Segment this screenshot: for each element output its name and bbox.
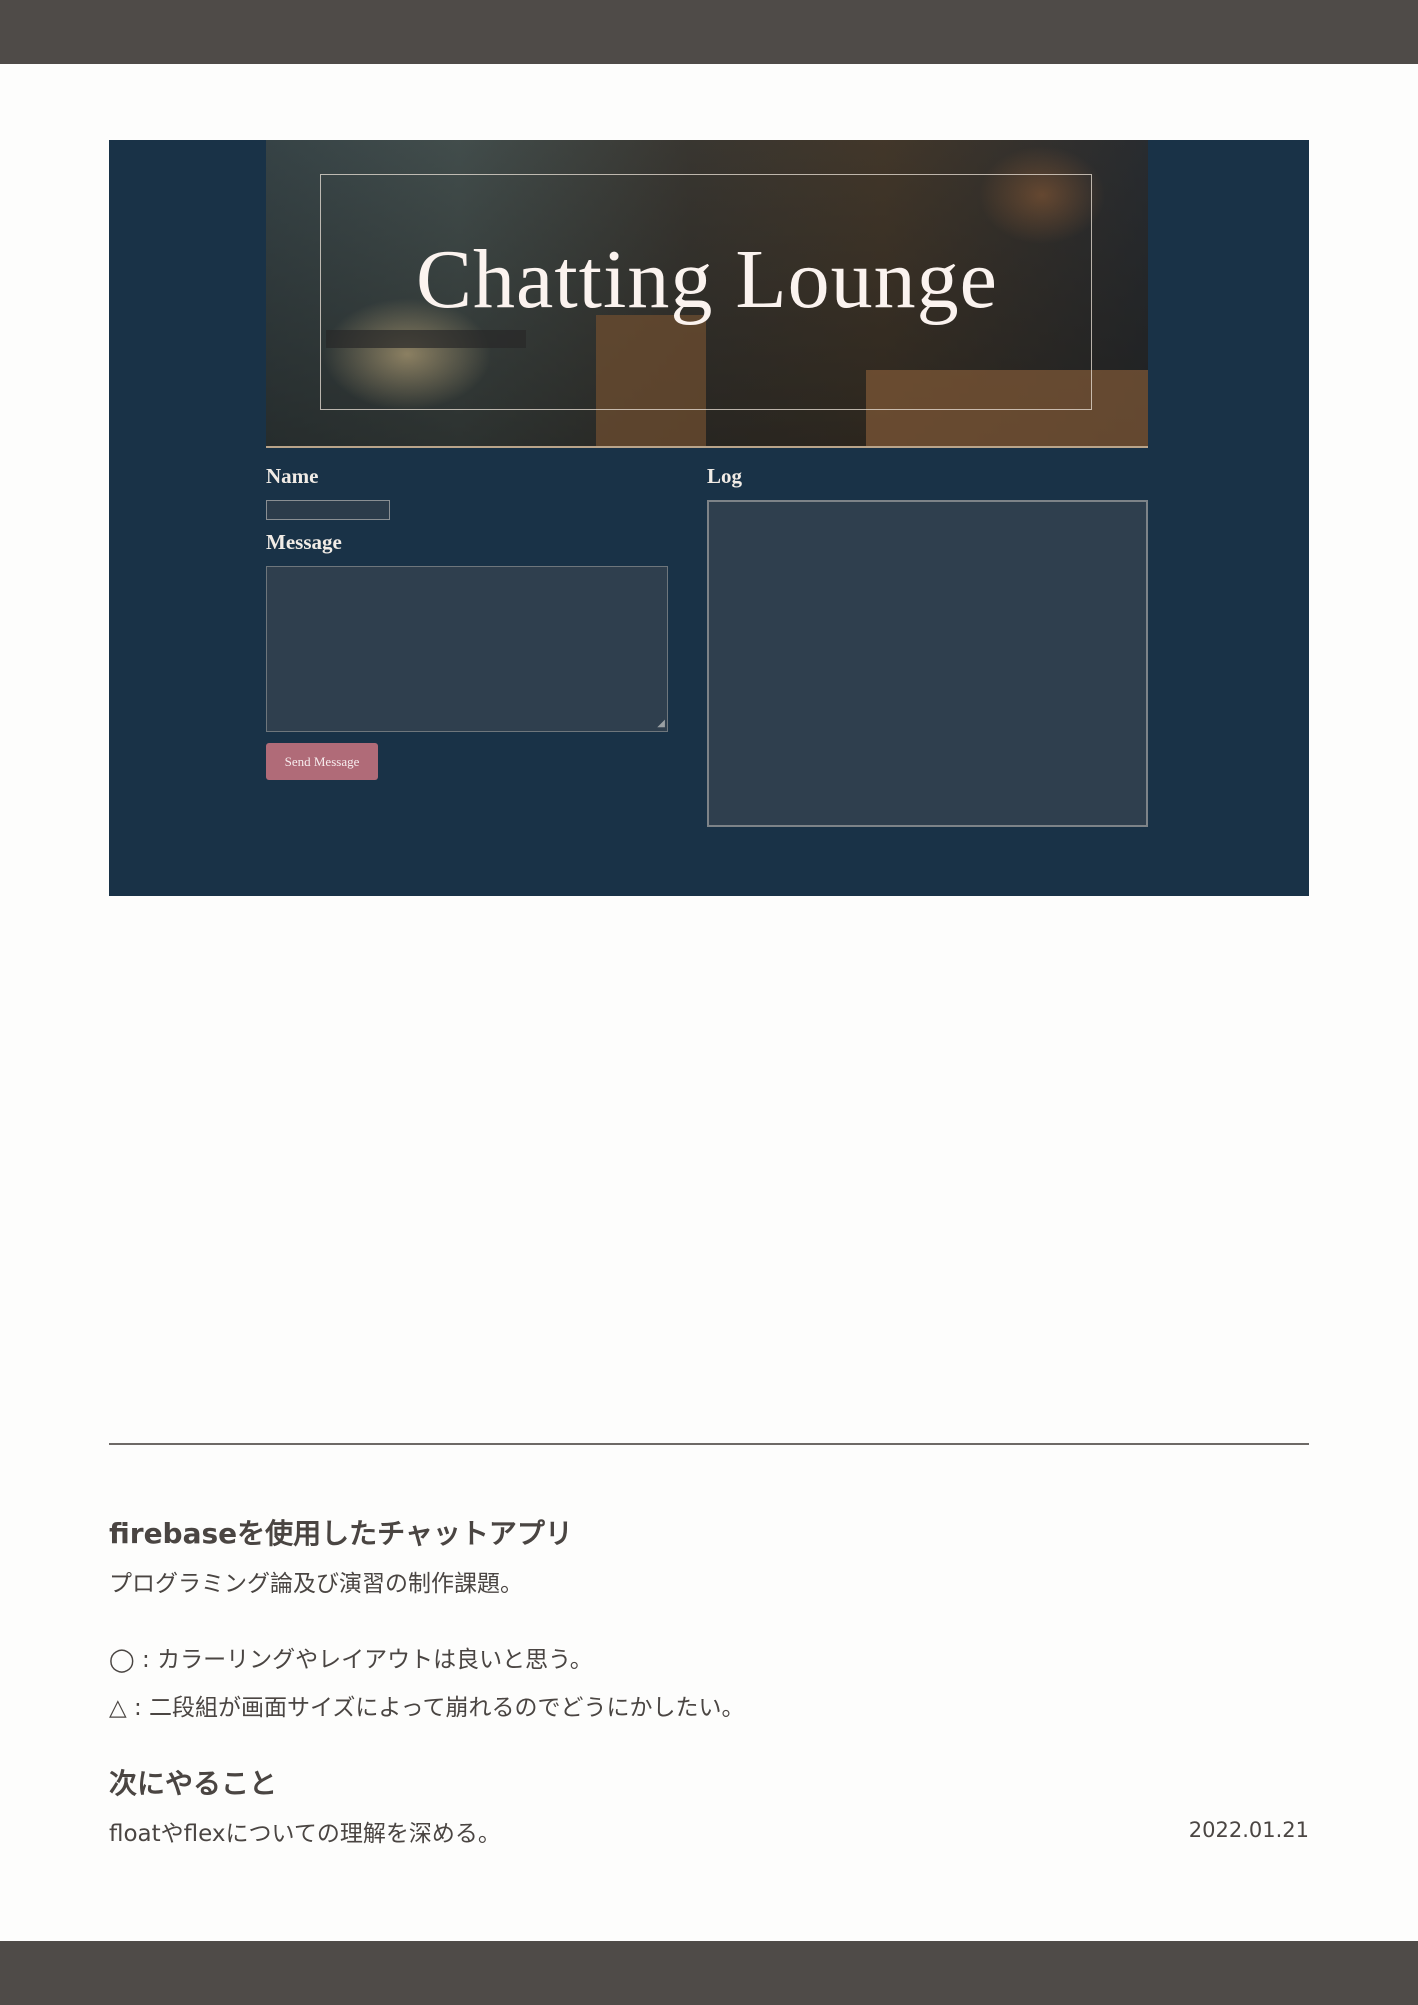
hero-title: Chatting Lounge [416,233,998,326]
name-label: Name [266,464,319,488]
name-input[interactable] [266,500,390,520]
project-subtitle: プログラミング論及び演習の制作課題。 [109,1571,523,1597]
message-textarea[interactable]: ◢ [266,566,668,732]
hero-banner: Chatting Lounge [266,140,1148,448]
top-bar [0,0,1418,64]
issue-point: △ : 二段組が画面サイズによって崩れるのでどうにかしたい。 [109,1695,745,1721]
resize-grip-icon[interactable]: ◢ [657,719,665,729]
log-label: Log [707,464,743,488]
next-heading: 次にやること [109,1767,278,1800]
post-date: 2022.01.21 [1188,1818,1309,1842]
project-heading: firebaseを使用したチャットアプリ [109,1517,573,1550]
send-message-button[interactable]: Send Message [266,743,378,780]
divider [109,1443,1309,1445]
log-area[interactable] [707,500,1148,827]
bottom-bar [0,1941,1418,2005]
good-point: ◯ : カラーリングやレイアウトは良いと思う。 [109,1647,593,1673]
message-label: Message [266,530,342,554]
next-text: floatやflexについての理解を深める。 [109,1821,501,1847]
app-screenshot: Chatting Lounge Name Message ◢ Send Mess… [109,140,1309,896]
